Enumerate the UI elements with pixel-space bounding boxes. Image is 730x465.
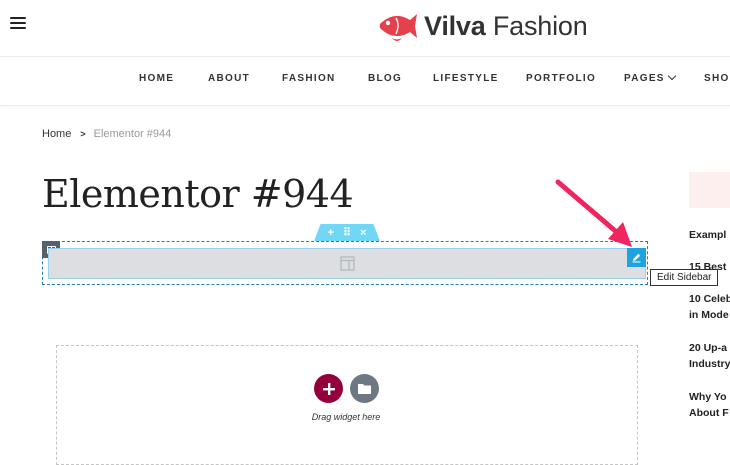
sidebar-heading: Exampl xyxy=(689,229,727,241)
main-navigation xyxy=(0,56,730,106)
nav-item-pages-label: PAGES xyxy=(624,73,665,84)
folder-icon xyxy=(358,384,371,394)
delete-section-icon[interactable]: × xyxy=(360,227,366,239)
sidebar-layout-icon xyxy=(340,256,355,271)
nav-item-home[interactable]: HOME xyxy=(139,73,174,84)
fish-logo-icon xyxy=(380,14,417,41)
nav-item-fashion[interactable]: FASHION xyxy=(282,73,336,84)
chevron-down-icon xyxy=(667,71,677,81)
nav-item-about[interactable]: ABOUT xyxy=(208,73,250,84)
brand-bold: Vilva xyxy=(424,10,486,41)
breadcrumb-current: Elementor #944 xyxy=(93,128,172,140)
add-section-icon[interactable]: + xyxy=(328,227,334,239)
add-template-button[interactable] xyxy=(350,374,379,403)
sidebar-post-link[interactable]: 15 Best xyxy=(689,259,730,275)
annotation-arrow-icon xyxy=(555,179,632,247)
brand-light: Fashion xyxy=(492,10,588,41)
drag-section-icon[interactable]: ⠿ xyxy=(343,226,351,239)
sidebar-post-link[interactable]: in Mode xyxy=(689,307,730,323)
nav-item-blog[interactable]: BLOG xyxy=(368,73,402,84)
nav-item-shop[interactable]: SHO xyxy=(704,73,730,84)
page-title: Elementor #944 xyxy=(42,172,354,216)
chevron-right-icon: > xyxy=(80,129,86,139)
brand-name: Vilva Fashion xyxy=(424,11,588,42)
breadcrumb-home-link[interactable]: Home xyxy=(42,128,71,140)
sidebar-post-link[interactable]: 10 Celeb xyxy=(689,291,730,307)
sidebar-post-link[interactable]: Why Yo xyxy=(689,389,730,405)
nav-item-pages[interactable]: PAGES xyxy=(624,71,677,84)
section-handle[interactable]: + ⠿ × xyxy=(314,224,380,241)
nav-item-lifestyle[interactable]: LIFESTYLE xyxy=(433,73,499,84)
site-logo[interactable]: Vilva Fashion xyxy=(376,4,588,48)
nav-item-portfolio[interactable]: PORTFOLIO xyxy=(526,73,596,84)
sidebar-post-link[interactable]: Industry xyxy=(689,356,730,372)
sidebar-search-box[interactable] xyxy=(689,172,730,208)
plus-icon xyxy=(322,382,335,395)
add-section-dropzone[interactable] xyxy=(56,345,638,465)
menu-toggle-icon[interactable] xyxy=(10,17,26,31)
sidebar-post-link[interactable]: 20 Up-a xyxy=(689,340,730,356)
sidebar-post-link[interactable]: About F xyxy=(689,405,730,421)
breadcrumb: Home > Elementor #944 xyxy=(42,128,171,140)
add-new-section-button[interactable] xyxy=(314,374,343,403)
drag-widget-hint: Drag widget here xyxy=(311,412,381,422)
